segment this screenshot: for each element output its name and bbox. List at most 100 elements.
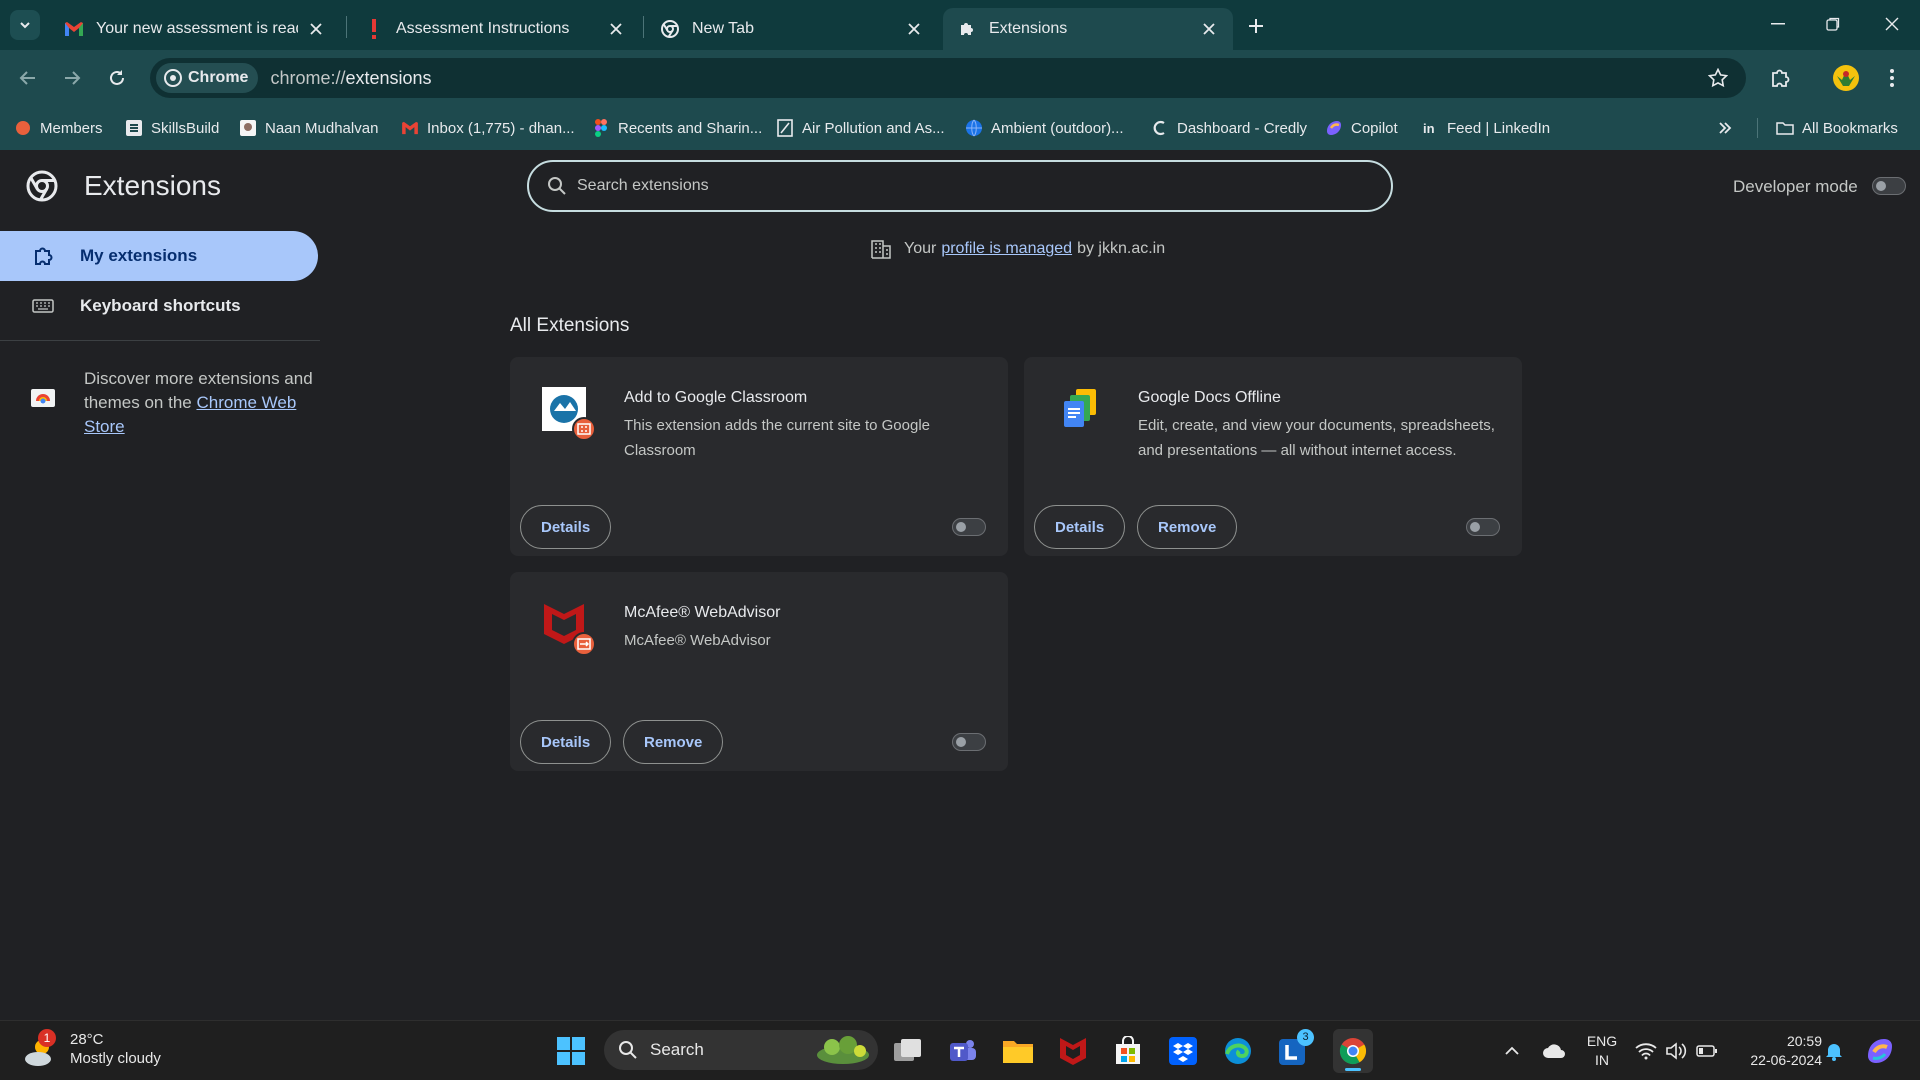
gmail-icon: [401, 119, 419, 137]
search-extensions-input[interactable]: [577, 177, 1337, 195]
cloud-icon: [1543, 1044, 1565, 1058]
chrome-app-active[interactable]: [1333, 1029, 1373, 1073]
extension-enable-toggle[interactable]: [1466, 518, 1500, 536]
bookmark-credly[interactable]: Dashboard - Credly: [1151, 116, 1307, 140]
bookmark-members[interactable]: Members: [14, 116, 103, 140]
bookmark-linkedin[interactable]: in Feed | LinkedIn: [1421, 116, 1550, 140]
close-icon[interactable]: [306, 19, 326, 39]
url-text[interactable]: chrome://extensions: [270, 68, 431, 89]
details-button[interactable]: Details: [520, 505, 612, 549]
reload-icon: [110, 70, 124, 85]
bookmark-copilot[interactable]: Copilot: [1325, 116, 1398, 140]
forward-button[interactable]: [56, 62, 88, 94]
weather-widget[interactable]: 1 28°C Mostly cloudy: [22, 1029, 161, 1069]
extensions-button[interactable]: [1764, 62, 1796, 94]
bookmark-air-pollution[interactable]: Air Pollution and As...: [776, 116, 945, 140]
developer-mode-label: Developer mode: [1733, 177, 1858, 196]
extension-enable-toggle[interactable]: [952, 518, 986, 536]
puzzle-icon: [1772, 69, 1790, 87]
taskbar-search[interactable]: Search: [604, 1030, 878, 1070]
edge-app[interactable]: [1222, 1035, 1254, 1067]
task-view-button[interactable]: [892, 1035, 924, 1067]
bookmark-figma[interactable]: Recents and Sharin...: [592, 116, 762, 140]
show-hidden-icons-button[interactable]: [1496, 1035, 1528, 1067]
figma-icon: [592, 119, 610, 137]
details-button[interactable]: Details: [520, 720, 612, 764]
windows-start-button[interactable]: [555, 1035, 587, 1067]
tab-title: Extensions: [989, 20, 1068, 37]
url-scheme: chrome://: [270, 67, 346, 88]
tab-gmail-assessment[interactable]: Your new assessment is ready |: [50, 8, 340, 50]
bell-icon: [1826, 1044, 1842, 1061]
tab-extensions[interactable]: Extensions: [943, 8, 1233, 50]
onedrive-button[interactable]: [1538, 1035, 1570, 1067]
search-extensions-box[interactable]: [527, 160, 1393, 212]
tab-new-tab[interactable]: New Tab: [646, 8, 938, 50]
wifi-button[interactable]: [1630, 1035, 1662, 1067]
tab-assessment-instructions[interactable]: Assessment Instructions: [350, 8, 640, 50]
restore-button[interactable]: [1813, 8, 1853, 40]
managed-suffix: by jkkn.ac.in: [1077, 240, 1166, 257]
profile-managed-link[interactable]: profile is managed: [941, 240, 1072, 258]
notifications-button[interactable]: [1818, 1035, 1850, 1067]
skillsbuild-icon: [125, 119, 143, 137]
chrome-icon: [1339, 1038, 1367, 1065]
chevron-down-icon: [20, 22, 30, 29]
close-icon[interactable]: [1199, 19, 1219, 39]
file-explorer-app[interactable]: [1002, 1035, 1034, 1067]
mcafee-icon: [540, 598, 596, 656]
sidebar-item-my-extensions[interactable]: My extensions: [0, 231, 318, 281]
battery-button[interactable]: [1691, 1035, 1723, 1067]
weather-temp: 28°C: [70, 1031, 104, 1048]
close-icon[interactable]: [904, 19, 924, 39]
reload-button[interactable]: [101, 62, 133, 94]
clock[interactable]: 20:59 22-06-2024: [1732, 1032, 1822, 1070]
bookmark-ambient[interactable]: Ambient (outdoor)...: [965, 116, 1124, 140]
remove-button[interactable]: Remove: [1137, 505, 1238, 549]
extension-name: McAfee® WebAdvisor: [624, 604, 781, 621]
plus-icon: [1249, 19, 1263, 33]
chevron-up-icon: [1505, 1046, 1519, 1055]
mcafee-app[interactable]: [1057, 1035, 1089, 1067]
bookmark-inbox[interactable]: Inbox (1,775) - dhan...: [401, 116, 575, 140]
window-close-button[interactable]: [1872, 8, 1912, 40]
url-path: extensions: [345, 67, 432, 88]
battery-icon: [1696, 1045, 1717, 1057]
back-button[interactable]: [12, 62, 44, 94]
profile-avatar[interactable]: [1830, 62, 1862, 94]
volume-button[interactable]: [1660, 1035, 1692, 1067]
chrome-menu-button[interactable]: [1876, 62, 1908, 94]
address-bar[interactable]: Chrome chrome://extensions: [150, 58, 1746, 98]
teams-app[interactable]: [947, 1035, 979, 1067]
new-tab-button[interactable]: [1242, 12, 1270, 40]
remove-button[interactable]: Remove: [623, 720, 724, 764]
minimize-button[interactable]: [1758, 8, 1798, 40]
details-button[interactable]: Details: [1034, 505, 1126, 549]
extension-enable-toggle[interactable]: [952, 733, 986, 751]
extensions-page: Extensions Developer mode My extensions …: [0, 150, 1920, 1020]
extension-description: Edit, create, and view your documents, s…: [1138, 417, 1495, 459]
puzzle-icon: [957, 19, 977, 39]
lens-app[interactable]: 3: [1277, 1029, 1314, 1067]
developer-mode-toggle[interactable]: [1872, 177, 1906, 195]
all-bookmarks-button[interactable]: All Bookmarks: [1776, 116, 1898, 140]
bookmark-skillsbuild[interactable]: SkillsBuild: [125, 116, 219, 140]
bookmark-naan-mudhalvan[interactable]: Naan Mudhalvan: [239, 116, 378, 140]
taskbar-search-label: Search: [650, 1040, 704, 1059]
input-language[interactable]: ENG IN: [1582, 1032, 1622, 1070]
double-chevron-right-icon: [1719, 122, 1732, 134]
bookmark-star-icon[interactable]: [1707, 67, 1729, 93]
microsoft-store-app[interactable]: [1112, 1035, 1144, 1067]
arrow-right-icon: [65, 71, 81, 85]
clock-time: 20:59: [1786, 1033, 1822, 1049]
bookmark-label: Members: [40, 119, 103, 137]
copilot-button[interactable]: [1864, 1035, 1896, 1067]
close-icon[interactable]: [606, 19, 626, 39]
dropbox-app[interactable]: [1167, 1035, 1199, 1067]
store-icon: [1116, 1036, 1140, 1064]
chrome-chip[interactable]: Chrome: [156, 63, 259, 93]
tab-search-button[interactable]: [10, 10, 40, 40]
sidebar-item-keyboard-shortcuts[interactable]: Keyboard shortcuts: [0, 281, 318, 331]
managed-prefix: Your: [904, 240, 937, 257]
more-bookmarks-button[interactable]: [1718, 116, 1732, 140]
